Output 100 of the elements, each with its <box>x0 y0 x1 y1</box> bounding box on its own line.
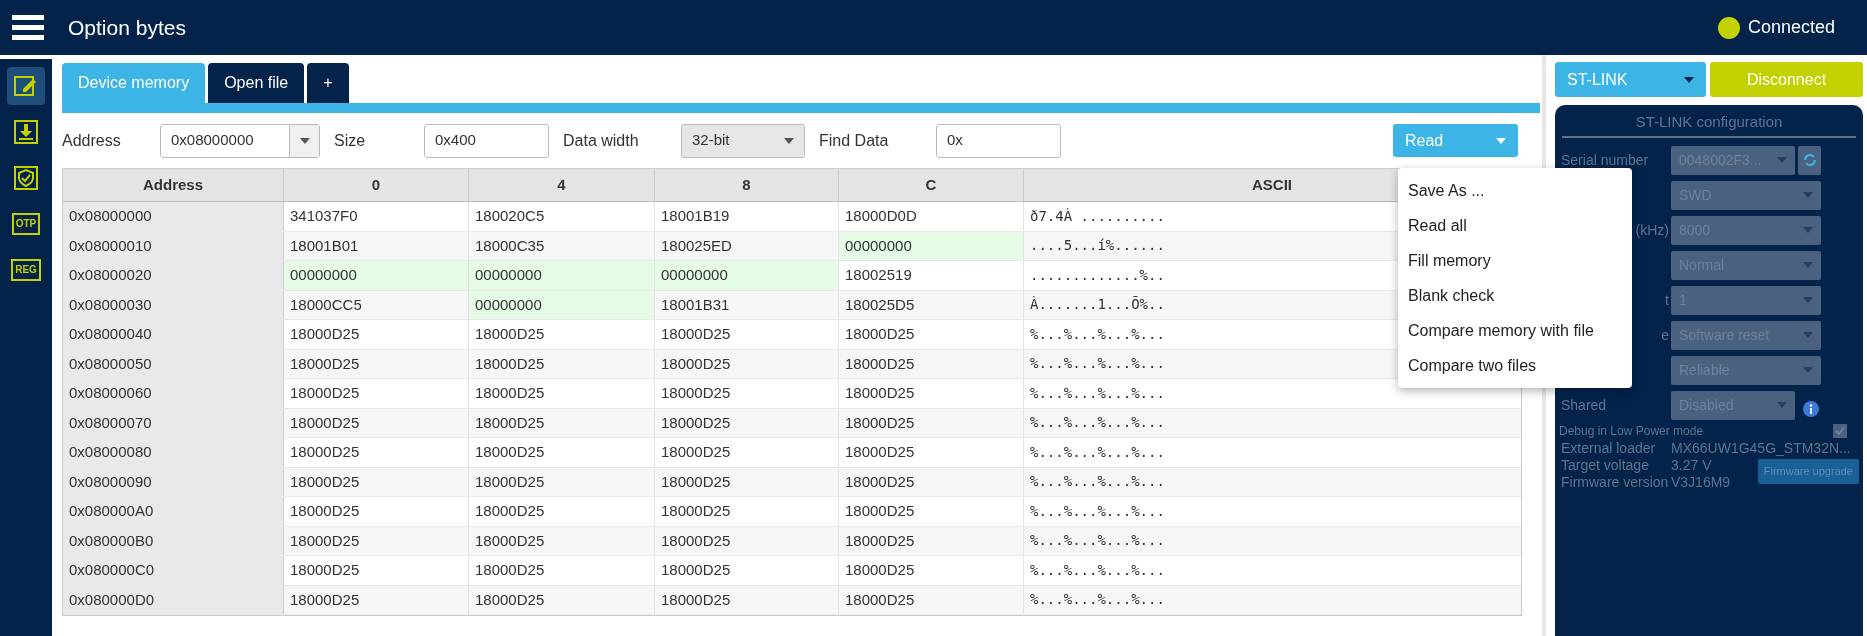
address-cell: 0x08000070 <box>63 408 284 437</box>
address-cell: 0x080000A0 <box>63 497 284 526</box>
size-field[interactable]: 0x400 <box>424 123 549 158</box>
config-label: (kHz) <box>1635 220 1670 240</box>
ascii-text: %...%...%...%... <box>1030 383 1165 403</box>
table-cell: 18000D25 <box>655 585 839 614</box>
table-cell: 18000D25 <box>839 497 1024 526</box>
address-cell: 0x080000B0 <box>63 526 284 555</box>
ascii-text: %...%...%...%... <box>1030 501 1165 521</box>
ascii-text: %...%...%...%... <box>1030 590 1165 610</box>
column-header: 4 <box>469 169 655 201</box>
find-data-label: Find Data <box>819 130 890 151</box>
table-cell: 00000000 <box>284 261 469 290</box>
info-value: MX66UW1G45G_STM32N... <box>1671 439 1851 457</box>
table-cell: 18000D25 <box>839 408 1024 437</box>
download-icon <box>14 120 38 144</box>
table-cell: 00000000 <box>469 290 655 319</box>
table-cell: 18000D25 <box>655 438 839 467</box>
info-label: External loader <box>1560 439 1657 457</box>
info-label: Firmware version <box>1560 473 1670 491</box>
menu-item[interactable]: Compare two files <box>1398 348 1632 383</box>
caret-icon <box>1803 227 1813 233</box>
caret-icon <box>1496 137 1506 144</box>
table-cell: 18000D25 <box>655 408 839 437</box>
ascii-text: ....5...í%...... <box>1030 236 1165 256</box>
sidebar-item[interactable] <box>7 67 45 105</box>
address-cell: 0x08000080 <box>63 438 284 467</box>
table-cell: 18000D25 <box>655 497 839 526</box>
address-cell: 0x08000040 <box>63 320 284 349</box>
config-label: Serial number <box>1561 150 1649 170</box>
find-data-field[interactable]: 0x <box>936 123 1061 158</box>
table-cell: 18000D25 <box>655 320 839 349</box>
ascii-text: %...%...%...%... <box>1030 324 1165 344</box>
ascii-text: À.......1...Õ%.. <box>1030 295 1165 315</box>
address-cell: 0x080000D0 <box>63 585 284 614</box>
size-label: Size <box>334 130 367 151</box>
table-cell: 18000D25 <box>284 379 469 408</box>
menu-item[interactable]: Compare memory with file <box>1398 313 1632 348</box>
sidebar-item[interactable]: OTP <box>7 205 45 243</box>
caret-icon <box>1803 332 1813 338</box>
ascii-text: %...%...%...%... <box>1030 560 1165 580</box>
info-value: V3J16M9 <box>1671 473 1731 491</box>
address-cell: 0x08000020 <box>63 261 284 290</box>
table-cell: 18000D25 <box>469 438 655 467</box>
address-cell: 0x08000090 <box>63 467 284 496</box>
menu-item[interactable]: Fill memory <box>1398 243 1632 278</box>
menu-item[interactable]: Read all <box>1398 208 1632 243</box>
table-cell: 18000D25 <box>284 320 469 349</box>
table-cell: 18000D25 <box>839 556 1024 585</box>
address-field[interactable]: 0x08000000 <box>160 123 320 158</box>
table-cell: 18000D25 <box>839 320 1024 349</box>
table-cell: 18000D25 <box>839 438 1024 467</box>
config-title: ST-LINK configuration <box>1562 111 1856 138</box>
table-cell: 18000D25 <box>469 497 655 526</box>
column-header: 8 <box>655 169 839 201</box>
table-cell: 18000D25 <box>839 467 1024 496</box>
data-width-label: Data width <box>563 130 640 151</box>
info-value: 3.27 V <box>1671 456 1712 474</box>
pencil-icon <box>13 73 39 99</box>
table-cell: 18000D25 <box>839 585 1024 614</box>
table-cell: 180020C5 <box>469 202 655 231</box>
table-cell: 00000000 <box>655 261 839 290</box>
table-cell: 18000D25 <box>839 349 1024 378</box>
table-cell: 18000D25 <box>469 320 655 349</box>
address-cell: 0x08000000 <box>63 202 284 231</box>
table-cell: 18000D25 <box>284 526 469 555</box>
table-cell: 00000000 <box>469 261 655 290</box>
table-cell: 18000D25 <box>284 585 469 614</box>
menu-icon[interactable] <box>12 14 44 41</box>
caret-icon <box>1803 297 1813 303</box>
info-label: Target voltage <box>1560 456 1650 474</box>
caret-icon <box>299 137 310 144</box>
column-header: C <box>839 169 1024 201</box>
table-cell: 18000D25 <box>284 438 469 467</box>
table-cell: 18000D25 <box>655 467 839 496</box>
sidebar-item[interactable]: REG <box>7 251 45 289</box>
ascii-text: %...%...%...%... <box>1030 442 1165 462</box>
column-header: Address <box>63 169 284 201</box>
ascii-text: ð7.4À .......... <box>1030 206 1165 226</box>
config-label: t <box>1665 290 1670 310</box>
table-cell: 00000000 <box>839 231 1024 260</box>
table-cell: 18000D25 <box>284 556 469 585</box>
ascii-text: %...%...%...%... <box>1030 354 1165 374</box>
tab[interactable]: Open file <box>208 63 305 103</box>
table-cell: 18000D25 <box>469 408 655 437</box>
table-cell: 180025D5 <box>839 290 1024 319</box>
table-cell: 18000D25 <box>284 408 469 437</box>
table-cell: 18000D25 <box>284 467 469 496</box>
table-cell: 18000D25 <box>839 379 1024 408</box>
data-width-dropdown[interactable]: 32-bit <box>681 123 805 158</box>
table-cell: 18000D25 <box>469 585 655 614</box>
table-cell: 18000D0D <box>839 202 1024 231</box>
window-title: Option bytes <box>68 14 186 41</box>
table-cell: 18000D25 <box>469 556 655 585</box>
ascii-text: %...%...%...%... <box>1030 531 1165 551</box>
caret-icon <box>1684 76 1694 83</box>
tab[interactable]: + <box>307 63 349 103</box>
menu-item[interactable]: Blank check <box>1398 278 1632 313</box>
table-cell: 18000D25 <box>839 526 1024 555</box>
config-label: Shared <box>1561 395 1607 415</box>
